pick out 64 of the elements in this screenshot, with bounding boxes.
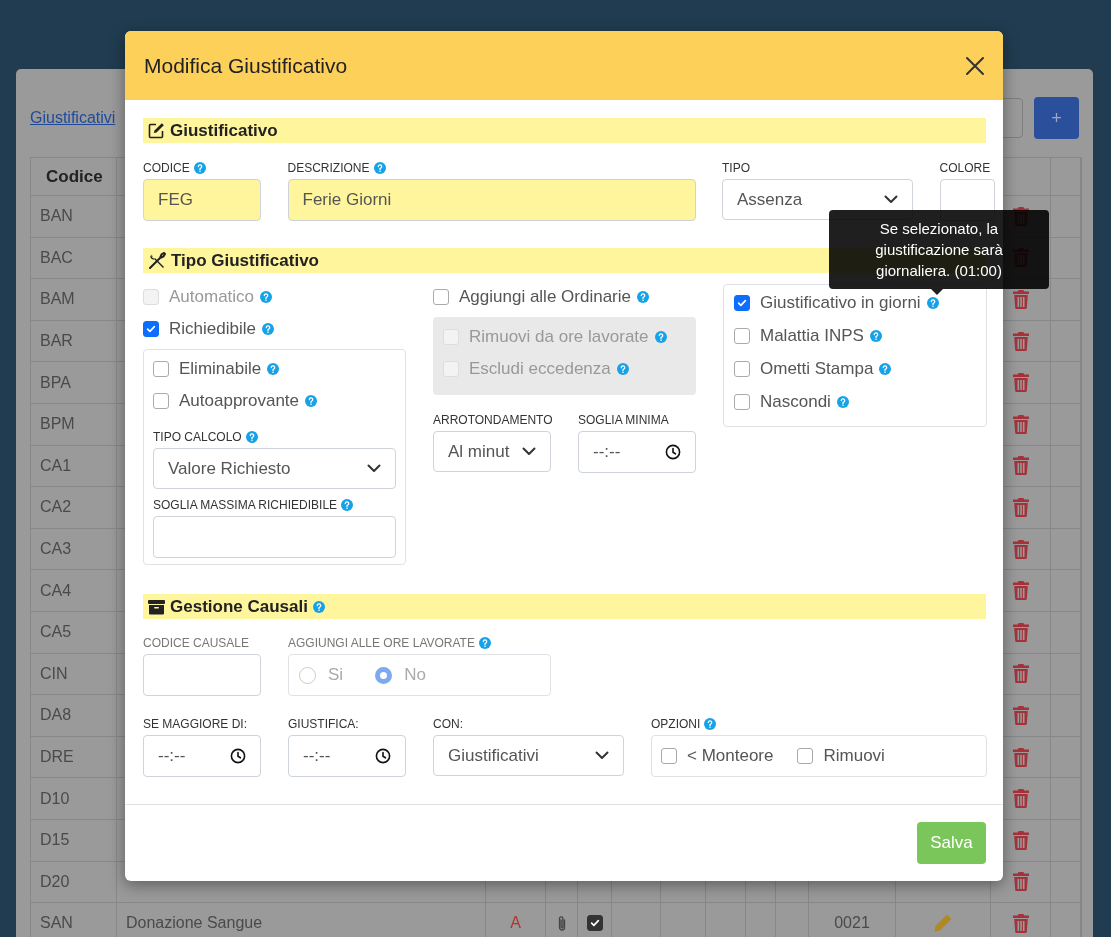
checkbox-label: Ometti Stampa — [760, 359, 874, 379]
field-label: OPZIONI — [651, 717, 701, 731]
checkbox-label: Escludi eccedenza — [469, 359, 611, 379]
radio-label: No — [404, 665, 426, 685]
time-field[interactable]: --:-- — [578, 431, 696, 473]
time-field[interactable]: --:-- — [143, 735, 261, 777]
field-label: CODICE — [143, 161, 190, 175]
column-header: Codice — [31, 158, 117, 195]
field-label: CODICE CAUSALE — [143, 636, 250, 650]
field-label: GIUSTIFICA: — [288, 717, 359, 731]
table-cell: A — [510, 914, 521, 933]
field-label: CON: — [433, 717, 463, 731]
text-field[interactable]: Ferie Giorni — [287, 179, 696, 221]
checkbox-label: Automatico — [169, 287, 255, 307]
time-field[interactable]: --:-- — [288, 735, 406, 777]
checkbox-label: Rimuovi — [823, 746, 885, 766]
field-label: SE MAGGIORE DI: — [143, 717, 247, 731]
table-cell: CA3 — [31, 528, 117, 570]
table-cell: BAM — [31, 279, 117, 320]
section-title: Giustificativo — [170, 120, 278, 141]
table-cell: CA4 — [31, 570, 117, 611]
checkbox-label: Eliminabile — [179, 359, 262, 379]
table-cell: CA5 — [31, 611, 117, 653]
field-label: SOGLIA MINIMA — [578, 413, 669, 427]
field-label: TIPO — [722, 161, 750, 175]
table-cell: CIN — [31, 653, 117, 695]
text-field[interactable]: FEG — [143, 179, 261, 221]
field-label: SOGLIA MASSIMA RICHIEDIBILE — [153, 498, 338, 512]
checkbox-label: Giustificativo in giorni — [760, 293, 921, 313]
table-cell: D20 — [31, 861, 117, 903]
table-cell: Donazione Sangue — [126, 914, 263, 933]
section-title: Gestione Causali — [170, 596, 308, 617]
field-label: ARROTONDAMENTO — [433, 413, 553, 427]
table-cell: D10 — [31, 778, 117, 819]
checkbox-label: Rimuovi da ore lavorate — [469, 327, 649, 347]
table-cell: BAR — [31, 320, 117, 362]
select-field[interactable]: Valore Richiesto — [153, 448, 396, 489]
section-title: Tipo Giustificativo — [171, 250, 319, 271]
table-cell: DRE — [31, 736, 117, 778]
checkbox-label: Autoapprovante — [179, 391, 300, 411]
checkbox-label: Richiedibile — [169, 319, 256, 339]
table-cell: SAN — [31, 903, 117, 937]
table-cell: BAC — [31, 237, 117, 279]
checkbox-label: Aggiungi alle Ordinarie — [459, 287, 631, 307]
select-field[interactable]: Al minut — [433, 431, 551, 472]
tooltip: Se selezionato, la giustificazione sarà giornaliera. (01:00) — [829, 210, 1049, 295]
table-cell: BPA — [31, 362, 117, 403]
table-cell: D15 — [31, 819, 117, 861]
checkbox-label: < Monteore — [687, 746, 774, 766]
select-field[interactable]: Giustificativi — [433, 735, 624, 776]
field-label: DESCRIZIONE — [287, 161, 370, 175]
table-cell: 0021 — [834, 914, 870, 933]
table-cell: BPM — [31, 403, 117, 445]
table-cell: DA8 — [31, 695, 117, 736]
table-cell: BAN — [31, 196, 117, 237]
table-cell: CA1 — [31, 445, 117, 487]
checkbox-label: Malattia INPS — [760, 326, 864, 346]
checkbox-label: Nascondi — [760, 392, 831, 412]
table-cell: CA2 — [31, 487, 117, 528]
dialog-title: Modifica Giustificativo — [144, 53, 348, 78]
field-label: TIPO CALCOLO — [153, 430, 242, 444]
radio-label: Si — [328, 665, 344, 685]
field-label: COLORE — [939, 161, 991, 175]
field-label: AGGIUNGI ALLE ORE LAVORATE — [288, 636, 475, 650]
